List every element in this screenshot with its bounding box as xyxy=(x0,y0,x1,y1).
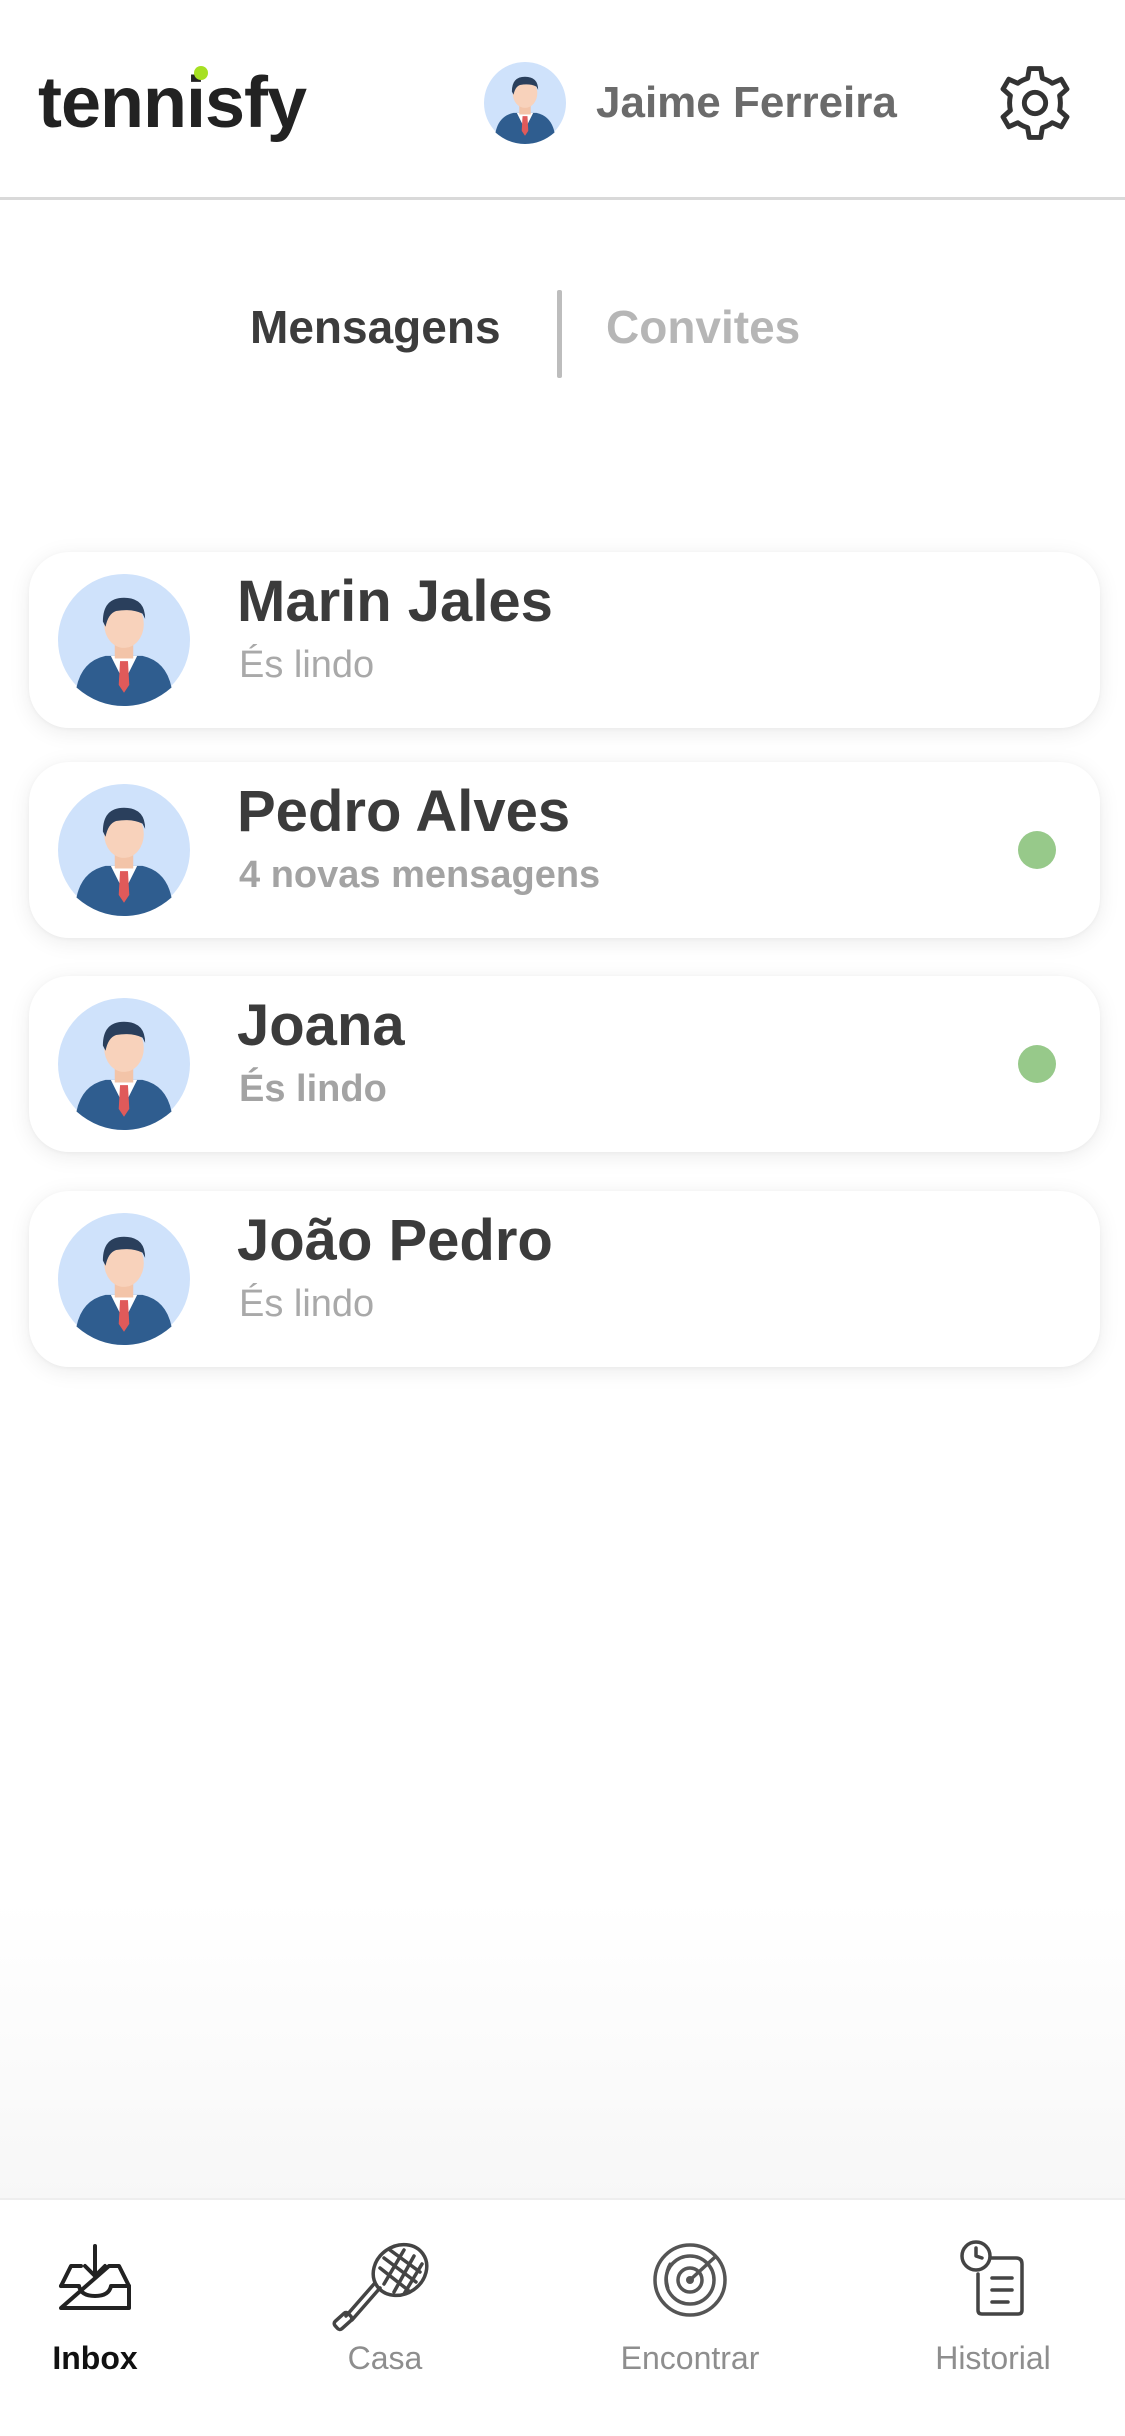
nav-label: Inbox xyxy=(52,2340,138,2376)
contact-name: Pedro Alves xyxy=(237,779,571,844)
user-profile[interactable]: Jaime Ferreira xyxy=(484,62,897,144)
message-preview: És lindo xyxy=(239,1068,387,1110)
contact-avatar-icon xyxy=(58,574,190,706)
tennis-ball-icon xyxy=(194,66,208,80)
nav-label: Encontrar xyxy=(620,2340,760,2376)
conversation-item[interactable]: João Pedro És lindo xyxy=(29,1191,1100,1367)
contact-name: João Pedro xyxy=(237,1208,553,1273)
user-avatar-icon[interactable] xyxy=(484,62,566,144)
history-icon xyxy=(960,2240,1024,2316)
tab-divider xyxy=(557,290,562,378)
unread-indicator xyxy=(1018,1045,1056,1083)
nav-label: Historial xyxy=(935,2340,1051,2376)
message-preview: És lindo xyxy=(239,1283,375,1325)
tab-convites[interactable]: Convites xyxy=(606,300,800,354)
app-logo[interactable]: tennisfy xyxy=(38,62,307,144)
inbox-icon xyxy=(59,2244,131,2310)
inbox-screen: tennisfy Jaime Ferreira Mensagens Convit… xyxy=(0,0,1125,2436)
bottom-fade xyxy=(0,1900,1125,2200)
conversation-item[interactable]: Pedro Alves 4 novas mensagens xyxy=(29,762,1100,938)
gear-icon[interactable] xyxy=(994,62,1076,144)
unread-indicator xyxy=(1018,831,1056,869)
message-preview: 4 novas mensagens xyxy=(239,854,601,896)
app-header: tennisfy Jaime Ferreira xyxy=(0,0,1125,200)
contact-avatar-icon xyxy=(58,1213,190,1345)
contact-avatar-icon xyxy=(58,784,190,916)
nav-label: Casa xyxy=(347,2340,423,2376)
tennis-racket-icon xyxy=(332,2242,429,2332)
contact-avatar-icon xyxy=(58,998,190,1130)
radar-icon xyxy=(653,2243,727,2317)
tab-mensagens[interactable]: Mensagens xyxy=(250,300,501,354)
bottom-navigation: Inbox Casa Encontrar Historial xyxy=(0,2198,1125,2436)
nav-encontrar[interactable]: Encontrar xyxy=(580,2200,800,2436)
contact-name: Marin Jales xyxy=(237,569,553,634)
contact-name: Joana xyxy=(237,993,405,1058)
nav-inbox[interactable]: Inbox xyxy=(0,2200,205,2436)
message-preview: És lindo xyxy=(239,644,375,686)
conversation-item[interactable]: Joana És lindo xyxy=(29,976,1100,1152)
conversation-item[interactable]: Marin Jales És lindo xyxy=(29,552,1100,728)
nav-casa[interactable]: Casa xyxy=(275,2200,495,2436)
user-name[interactable]: Jaime Ferreira xyxy=(596,78,897,128)
nav-historial[interactable]: Historial xyxy=(883,2200,1103,2436)
inbox-tabs: Mensagens Convites xyxy=(0,290,1125,380)
